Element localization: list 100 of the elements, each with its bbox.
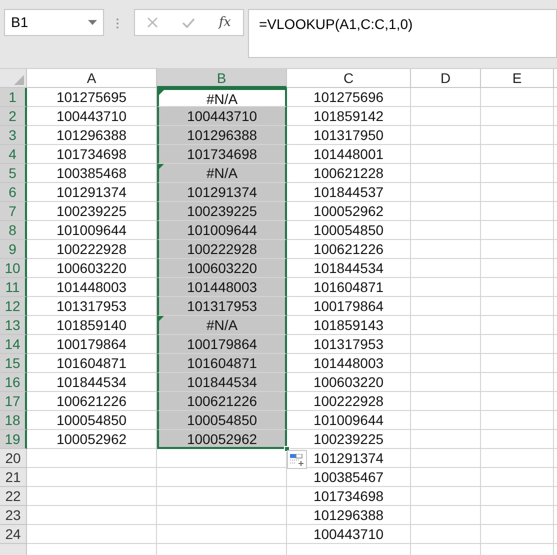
row-header[interactable]: 16 [0,373,27,392]
cell-value: 101291374 [186,184,258,200]
table-cell[interactable]: 101317953 [157,297,287,316]
table-cell[interactable]: 100054850 [157,411,287,430]
cell-value: 100222928 [186,241,258,257]
cell-value: #N/A [206,317,238,333]
cell-value: 101448003 [186,279,258,295]
row-header[interactable]: 15 [0,354,27,373]
row-header[interactable]: 9 [0,240,27,259]
table-cell[interactable]: 100443710 [157,107,287,126]
cell-value: 101604871 [186,355,258,371]
cell-value: #N/A [206,165,238,181]
table-cell[interactable]: 100603220 [157,259,287,278]
row-header[interactable]: 24 [0,525,27,544]
table-cell[interactable]: 100239225 [157,202,287,221]
column-header[interactable]: D [411,69,481,88]
table-cell[interactable]: 100621226 [157,392,287,411]
grip-icon [116,18,119,29]
row-header[interactable]: 12 [0,297,27,316]
row-header[interactable]: 1 [0,88,27,107]
table-cell[interactable]: 101009644 [157,221,287,240]
cell-value: 100179864 [186,336,258,352]
row-header[interactable]: 11 [0,278,27,297]
table-cell[interactable]: 100222928 [157,240,287,259]
cell-value: 100179864 [56,336,127,352]
cell-value: 101604871 [313,279,384,295]
quick-analysis-button[interactable] [287,450,307,469]
column-header[interactable]: E [481,69,554,88]
cell-value: 100621226 [56,393,127,409]
table-cell[interactable]: 101604871 [157,354,287,373]
cell-value: 100385467 [313,469,384,485]
quick-analysis-icon [290,454,304,466]
table-cell[interactable]: 101448003 [157,278,287,297]
cell-value: 101734698 [313,488,384,504]
insert-function-button[interactable]: fx [218,12,231,32]
row-header[interactable]: 13 [0,316,27,335]
cell-value: 100385468 [56,165,127,181]
row-header[interactable]: 8 [0,221,27,240]
cell-value: 100052962 [56,431,127,447]
row-header[interactable]: 21 [0,468,27,487]
table-cell[interactable]: 101844534 [157,373,287,392]
table-cell[interactable]: 100052962 [157,430,287,449]
cell-value: 101844537 [313,184,384,200]
cell-value: 101448001 [313,146,384,162]
row-header[interactable]: 6 [0,183,27,202]
row-header[interactable]: 10 [0,259,27,278]
table-cell[interactable]: 101291374 [157,183,287,202]
cell-value: 100222928 [313,393,384,409]
table-cell[interactable]: #N/A [157,316,287,335]
row-header[interactable]: 23 [0,506,27,525]
cell-value: 101448003 [313,355,384,371]
table-cell[interactable]: 101734698 [157,145,287,164]
cell-value: 101844534 [56,374,127,390]
cell-value: 100621228 [313,165,384,181]
formula-field[interactable]: =VLOOKUP(A1,C:C,1,0) [248,9,557,58]
cell-value: 101009644 [313,412,384,428]
cancel-icon[interactable] [146,17,158,28]
cell-value: 101859140 [56,317,127,333]
select-all-icon[interactable] [14,75,24,85]
cell-value: 100239225 [56,203,127,219]
table-cell[interactable]: #N/A [157,88,287,107]
column-header[interactable]: C [287,69,411,88]
row-header[interactable]: 2 [0,107,27,126]
name-box[interactable]: B1 [4,9,104,36]
cell-value: 100621226 [186,393,258,409]
cell-value: 100443710 [56,108,127,124]
table-cell[interactable]: #N/A [157,164,287,183]
cell-value: 100222928 [56,241,127,257]
cell-value: 101859142 [313,108,384,124]
row-header[interactable]: 17 [0,392,27,411]
row-header[interactable]: 20 [0,449,27,468]
cell-value: 101844534 [313,260,384,276]
cell-value: 100052962 [186,431,258,447]
row-header[interactable]: 19 [0,430,27,449]
cell-value: 101448003 [56,279,127,295]
cell-value: 100054850 [186,412,258,428]
row-header[interactable]: 18 [0,411,27,430]
cell-value: 101317953 [56,298,127,314]
column-header[interactable]: B [157,69,287,88]
row-header[interactable]: 3 [0,126,27,145]
cell-value: 101275695 [56,89,127,105]
row-header[interactable]: 22 [0,487,27,506]
table-cell[interactable]: 101296388 [157,126,287,145]
row-header[interactable]: 14 [0,335,27,354]
row-header[interactable]: 5 [0,164,27,183]
check-icon[interactable] [182,18,195,28]
cell-value: 101296388 [186,127,258,143]
row-header[interactable]: 4 [0,145,27,164]
cell-value: 101317950 [313,127,384,143]
cell-value: 100443710 [313,526,384,542]
cell-value: 100239225 [186,203,258,219]
cell-value: 100603220 [186,260,258,276]
column-header[interactable]: A [27,69,157,88]
dropdown-icon [88,20,97,25]
row-header[interactable]: 7 [0,202,27,221]
cell-value: 101317953 [313,336,384,352]
cell-value: #N/A [206,91,238,107]
cell-value: 100179864 [313,298,384,314]
table-cell[interactable]: 100179864 [157,335,287,354]
cell-value: 100621226 [313,241,384,257]
